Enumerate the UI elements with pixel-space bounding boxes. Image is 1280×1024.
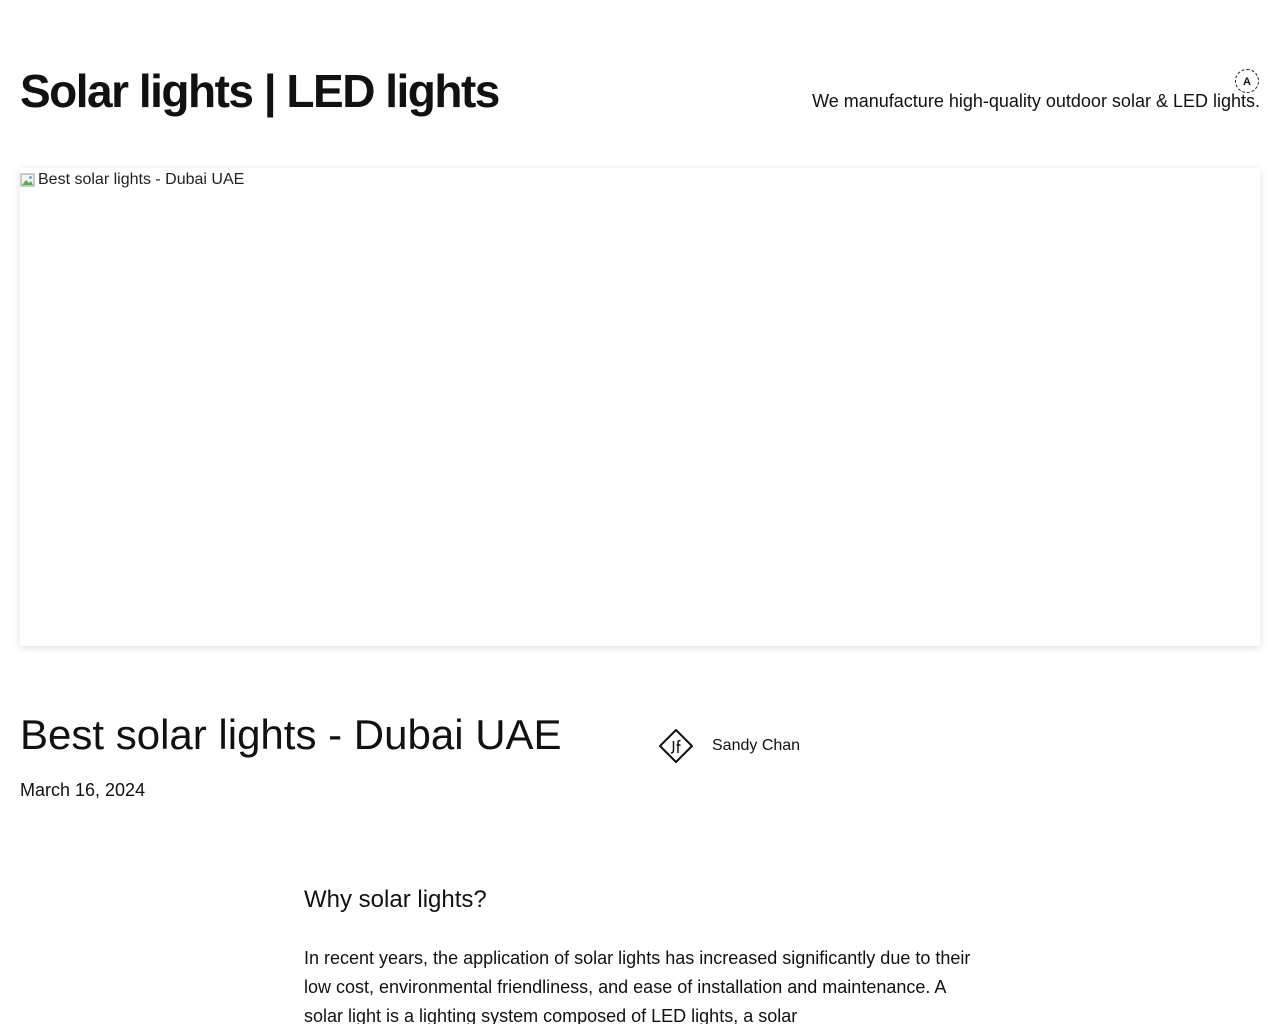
page: Solar lights | LED lights We manufacture… [0,0,1280,1024]
hero-image-placeholder: Best solar lights - Dubai UAE [20,170,244,190]
post-content: Why solar lights? In recent years, the a… [304,882,972,1024]
site-header: Solar lights | LED lights We manufacture… [20,62,1260,122]
broken-image-icon [20,173,35,187]
site-title[interactable]: Solar lights | LED lights [20,62,500,120]
section-heading: Why solar lights? [304,886,487,913]
jf-logo-icon [659,729,693,763]
post-paragraph: In recent years, the application of sola… [304,948,971,1024]
site-tagline: We manufacture high-quality outdoor sola… [812,91,1260,111]
author-name[interactable]: Sandy Chan [712,736,800,756]
post-date: March 16, 2024 [20,780,146,800]
post-author[interactable]: Sandy Chan [658,728,800,764]
post-title: Best solar lights - Dubai UAE [20,711,562,758]
hero-image-alt-text: Best solar lights - Dubai UAE [38,171,245,188]
hero-image: Best solar lights - Dubai UAE [20,168,1260,646]
accessibility-toggle[interactable]: A [1235,69,1259,93]
